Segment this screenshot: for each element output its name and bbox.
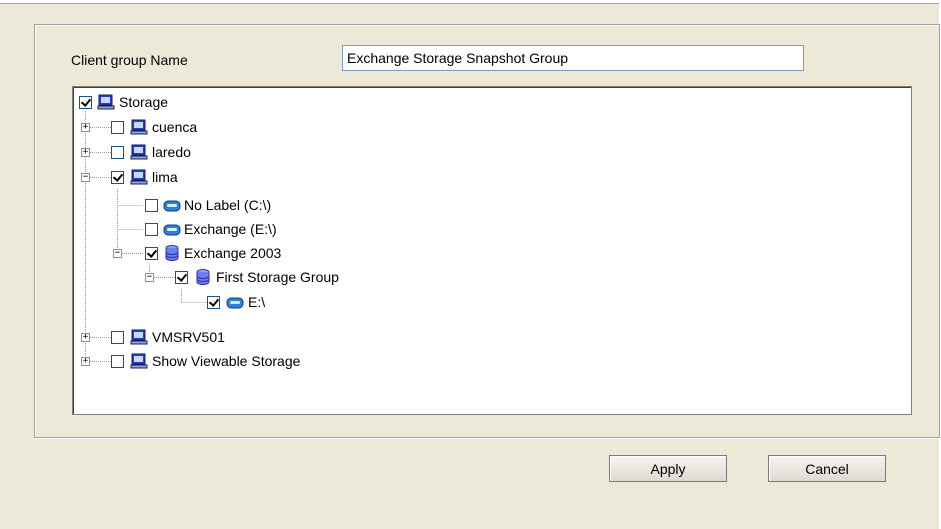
apply-button[interactable]: Apply <box>609 455 727 482</box>
tree-item-label: First Storage Group <box>216 269 339 285</box>
collapse-icon[interactable]: − <box>145 273 154 282</box>
computer-icon <box>130 353 148 369</box>
tree-item-checkbox[interactable] <box>79 96 92 109</box>
expand-icon[interactable]: + <box>81 123 90 132</box>
drive-icon <box>163 200 181 212</box>
tree-item-e-drive[interactable]: E:\ <box>73 292 911 314</box>
drive-icon <box>163 224 181 236</box>
tree-item-checkbox[interactable] <box>111 121 124 134</box>
expand-icon[interactable]: + <box>81 148 90 157</box>
computer-icon <box>130 169 148 185</box>
tree-item-exchange-2003[interactable]: − Exchange 2003 <box>73 243 911 265</box>
client-group-name-label: Client group Name <box>71 52 188 68</box>
tree-item-checkbox[interactable] <box>175 271 188 284</box>
drive-icon <box>226 297 244 309</box>
tree-item-label: Exchange (E:\) <box>184 221 277 237</box>
tree-item-no-label-c[interactable]: No Label (C:\) <box>73 195 911 217</box>
computer-icon <box>97 94 115 110</box>
collapse-icon[interactable]: − <box>113 249 122 258</box>
window-top-edge <box>0 0 941 4</box>
tree-item-checkbox[interactable] <box>207 296 220 309</box>
tree-item-label: Storage <box>119 94 169 110</box>
tree-item-checkbox[interactable] <box>111 355 124 368</box>
tree-item-checkbox[interactable] <box>111 146 124 159</box>
tree-item-label: lima <box>152 169 178 185</box>
tree-item-storage[interactable]: Storage <box>73 92 911 114</box>
database-icon <box>196 269 210 285</box>
tree-item-label: No Label (C:\) <box>184 197 272 213</box>
tree-item-cuenca[interactable]: + cuenca <box>73 117 911 139</box>
computer-icon <box>130 144 148 160</box>
expand-icon[interactable]: + <box>81 357 90 366</box>
tree-item-checkbox[interactable] <box>111 331 124 344</box>
tree-item-label: E:\ <box>248 294 266 310</box>
tree-item-label: Show Viewable Storage <box>152 353 301 369</box>
computer-icon <box>130 329 148 345</box>
tree-item-label: cuenca <box>152 119 198 135</box>
tree-item-label: laredo <box>152 144 191 160</box>
tree-item-checkbox[interactable] <box>145 223 158 236</box>
tree-item-label: Exchange 2003 <box>184 245 282 261</box>
tree-item-checkbox[interactable] <box>145 199 158 212</box>
collapse-icon[interactable]: − <box>81 173 90 182</box>
tree-item-first-storage-group[interactable]: − First Storage Group <box>73 267 911 289</box>
storage-tree[interactable]: Storage + cuenca + laredo − lima No Labe… <box>72 86 912 415</box>
computer-icon <box>130 119 148 135</box>
tree-item-checkbox[interactable] <box>111 171 124 184</box>
tree-item-checkbox[interactable] <box>145 247 158 260</box>
tree-item-vmsrv501[interactable]: + VMSRV501 <box>73 327 911 349</box>
tree-item-label: VMSRV501 <box>152 329 225 345</box>
tree-item-laredo[interactable]: + laredo <box>73 142 911 164</box>
tree-item-lima[interactable]: − lima <box>73 167 911 189</box>
client-group-name-input[interactable] <box>342 45 804 71</box>
cancel-button[interactable]: Cancel <box>768 455 886 482</box>
tree-item-show-viewable-storage[interactable]: + Show Viewable Storage <box>73 351 911 373</box>
expand-icon[interactable]: + <box>81 333 90 342</box>
tree-item-exchange-e[interactable]: Exchange (E:\) <box>73 219 911 241</box>
database-icon <box>165 245 179 261</box>
